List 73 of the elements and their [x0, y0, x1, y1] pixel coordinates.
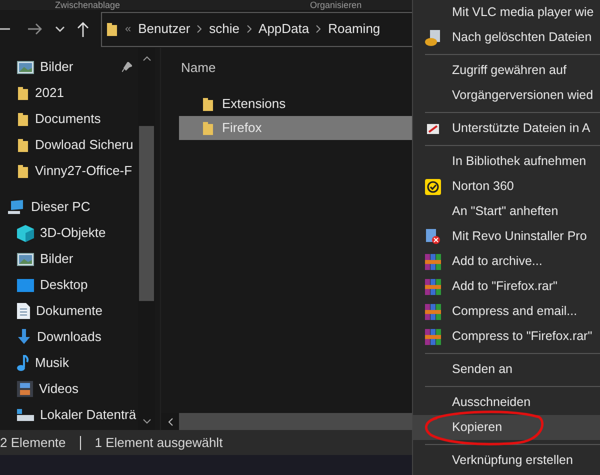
sidebar-item[interactable]: Dowload Sicheru	[0, 132, 138, 158]
archive-books-icon	[424, 254, 440, 270]
menu-item[interactable]: Verknüpfung erstellen	[413, 448, 600, 473]
computer-icon	[8, 200, 25, 214]
folder-icon	[202, 120, 214, 136]
menu-item[interactable]: Unterstützte Dateien in A	[413, 116, 600, 141]
scrollbar-thumb[interactable]	[139, 126, 154, 301]
sidebar-item[interactable]: Dieser PC	[0, 194, 138, 220]
sidebar-item[interactable]: Dokumente	[0, 298, 138, 324]
picture-icon	[17, 252, 34, 266]
document-icon	[426, 124, 438, 134]
sidebar-item[interactable]: Desktop	[0, 272, 138, 298]
overflow-chevron[interactable]: «	[125, 20, 132, 38]
breadcrumb[interactable]: AppData	[258, 19, 310, 39]
ribbon-group-label: Zwischenablage	[55, 0, 120, 10]
music-note-icon	[17, 354, 29, 372]
folder-icon	[106, 22, 118, 36]
menu-item[interactable]: Add to "Firefox.rar"	[413, 274, 600, 299]
film-icon	[17, 381, 33, 397]
uninstall-icon	[424, 228, 440, 244]
archive-books-icon	[424, 328, 440, 344]
menu-item[interactable]: An "Start" anheften	[413, 199, 600, 224]
download-icon	[17, 329, 31, 345]
sidebar-item[interactable]: Bilder	[0, 246, 138, 272]
menu-item[interactable]: Vorgängerversionen wied	[413, 83, 600, 108]
folder-icon	[17, 86, 29, 100]
desktop-icon	[17, 278, 34, 292]
picture-icon	[17, 60, 34, 74]
chevron-down-icon[interactable]	[142, 419, 150, 424]
breadcrumb[interactable]: Benutzer	[138, 19, 190, 39]
menu-item[interactable]: Compress and email...	[413, 299, 600, 324]
menu-item[interactable]: Compress to "Firefox.rar"	[413, 324, 600, 349]
checkmark-badge-icon	[424, 178, 440, 194]
chevron-right-icon	[316, 25, 322, 33]
menu-item[interactable]: In Bibliothek aufnehmen	[413, 149, 600, 174]
folder-icon	[17, 112, 29, 126]
forward-arrow-icon[interactable]	[28, 23, 42, 35]
menu-item[interactable]: Add to archive...	[413, 249, 600, 274]
menu-item[interactable]: Kopieren	[413, 415, 600, 440]
sidebar-item[interactable]: Downloads	[0, 324, 138, 350]
folder-icon	[202, 96, 214, 112]
sidebar-item[interactable]: 3D-Objekte	[0, 220, 138, 246]
ribbon-group-label: Organisieren	[310, 0, 362, 10]
document-icon	[17, 303, 30, 319]
drive-icon	[17, 409, 34, 421]
chevron-left-icon[interactable]	[168, 418, 172, 426]
breadcrumb[interactable]: schie	[209, 19, 240, 39]
chevron-right-icon	[246, 25, 252, 33]
menu-item[interactable]: Zugriff gewähren auf	[413, 58, 600, 83]
folder-icon	[17, 164, 29, 178]
archive-books-icon	[424, 278, 440, 294]
folder-icon	[17, 138, 29, 152]
sidebar-item[interactable]: Musik	[0, 350, 138, 376]
menu-item[interactable]: Ausschneiden	[413, 390, 600, 415]
status-text: 2 Elemente	[0, 434, 66, 452]
sidebar-item[interactable]: 2021	[0, 80, 138, 106]
menu-item[interactable]: Senden an	[413, 357, 600, 382]
sidebar-item[interactable]: Documents	[0, 106, 138, 132]
sidebar-item[interactable]: Lokaler Datenträ	[0, 402, 138, 428]
sidebar-item[interactable]: Bilder	[0, 54, 138, 80]
chevron-down-icon[interactable]	[55, 26, 65, 32]
sidebar-item[interactable]: Vinny27-Office-F	[0, 158, 138, 184]
menu-item[interactable]: Norton 360	[413, 174, 600, 199]
menu-item[interactable]: Mit Revo Uninstaller Pro	[413, 224, 600, 249]
chevron-right-icon	[197, 25, 202, 33]
up-arrow-icon[interactable]	[77, 22, 89, 36]
disk-recovery-icon	[424, 30, 440, 46]
status-text: 1 Element ausgewählt	[94, 434, 223, 452]
breadcrumb[interactable]: Roaming	[328, 19, 380, 39]
sidebar-item[interactable]: Videos	[0, 376, 138, 402]
chevron-up-icon[interactable]	[142, 56, 150, 61]
archive-books-icon	[424, 304, 440, 320]
cube-icon	[17, 224, 34, 242]
